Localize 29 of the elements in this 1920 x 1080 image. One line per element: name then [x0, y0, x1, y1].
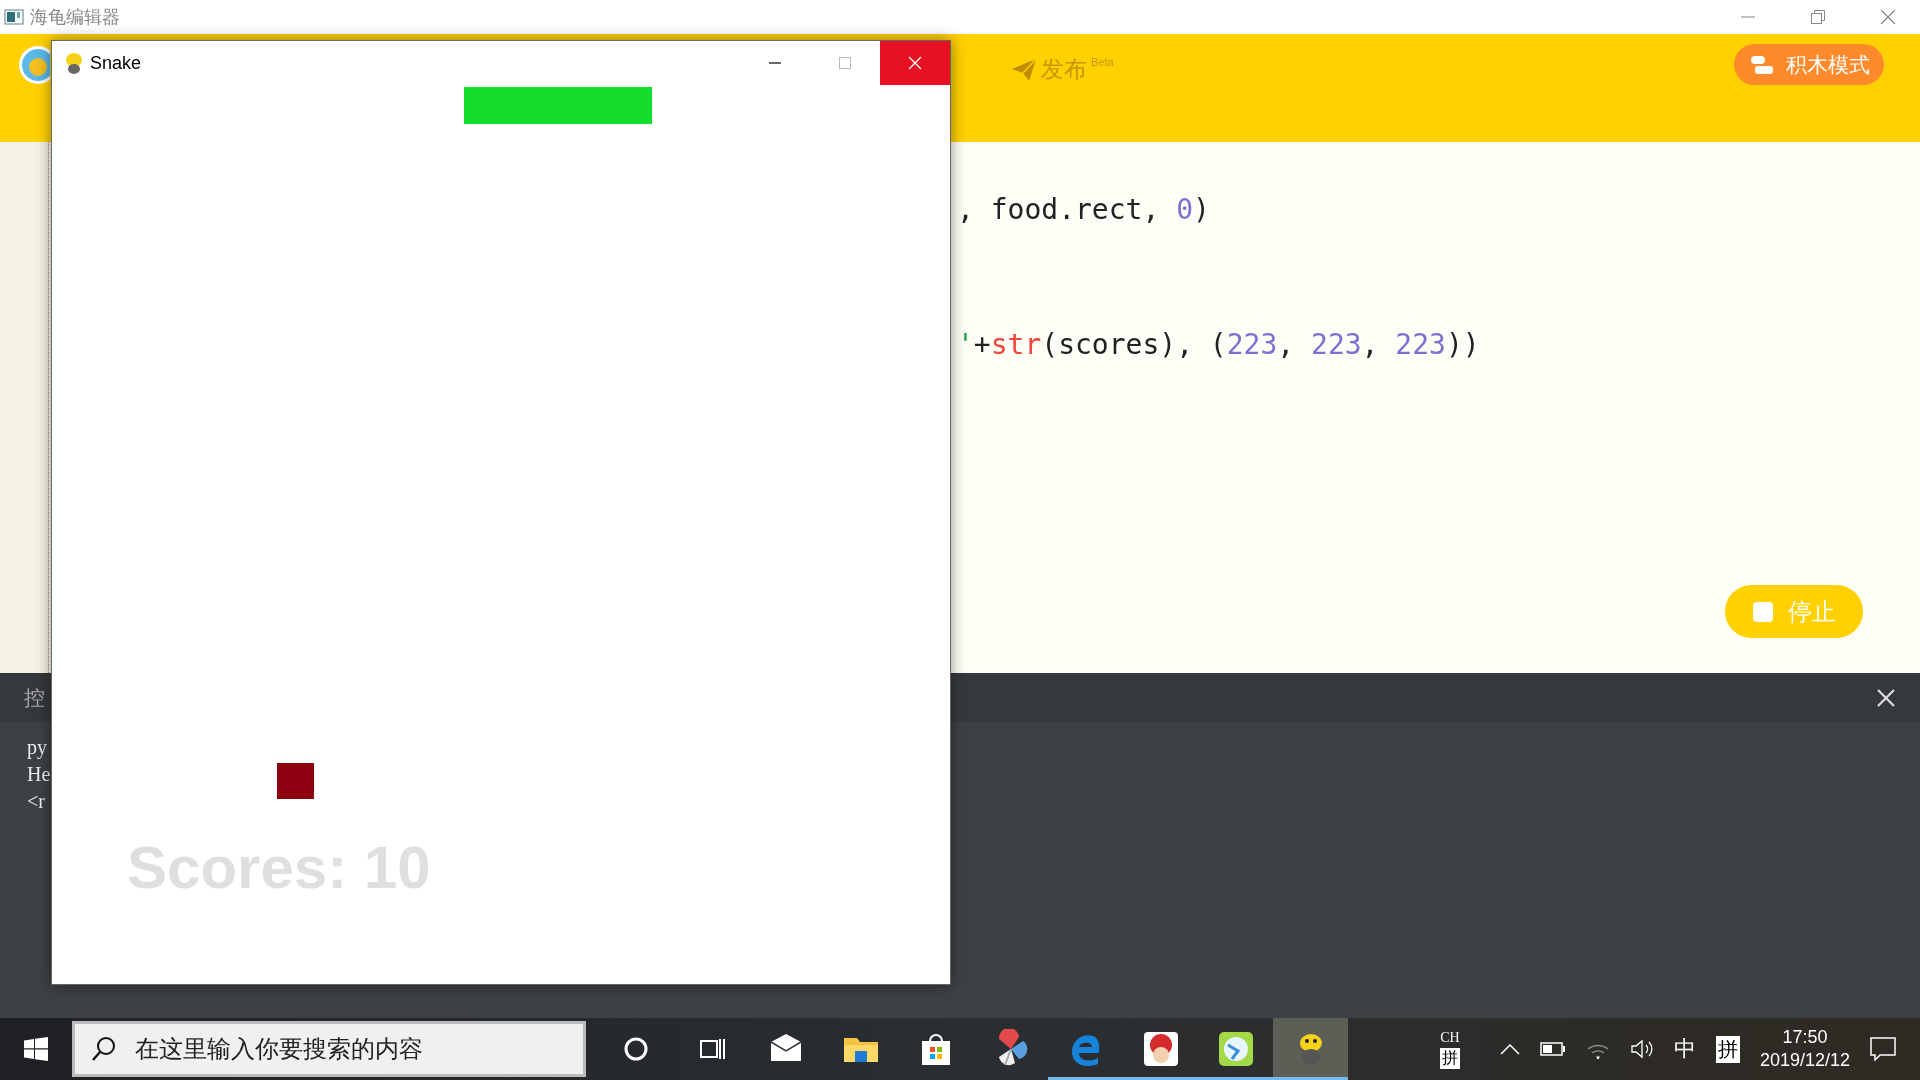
search-box[interactable]: 在这里输入你要搜索的内容 — [72, 1021, 586, 1077]
food-square — [277, 763, 314, 799]
console-title: 控 — [24, 684, 45, 711]
input-method-label[interactable]: CH — [1440, 1029, 1460, 1046]
send-icon — [1011, 57, 1037, 82]
window-title: Snake — [90, 52, 142, 74]
input-mode-label[interactable]: 拼 — [1439, 1047, 1460, 1069]
window-title: 海龟编辑器 — [30, 6, 120, 29]
speaker-icon[interactable] — [1629, 1039, 1654, 1059]
beta-label: Beta — [1091, 56, 1114, 68]
input-mode-label[interactable]: 拼 — [1715, 1035, 1740, 1063]
language-indicator[interactable]: 中 — [1673, 1034, 1696, 1064]
search-icon — [91, 1036, 117, 1062]
search-field[interactable]: 在这里输入你要搜索的内容 — [133, 1034, 557, 1064]
console-line: He — [27, 762, 51, 787]
console-line: py — [27, 735, 47, 761]
code-line: , food.rect, 0) — [957, 192, 1211, 228]
console-line: <r — [27, 789, 45, 814]
code-line: '+str(scores), (223, 223, 223)) — [957, 327, 1480, 363]
battery-icon[interactable] — [1539, 1042, 1566, 1056]
clock-time[interactable]: 17:50 — [1782, 1027, 1828, 1048]
app-icon — [4, 9, 24, 25]
clock-date[interactable]: 2019/12/12 — [1759, 1050, 1850, 1071]
stop-icon — [1752, 600, 1774, 623]
windows-start-icon[interactable] — [24, 1037, 48, 1061]
notification-icon[interactable] — [1870, 1037, 1896, 1061]
restore-icon[interactable] — [1810, 9, 1826, 25]
chevron-up-icon[interactable] — [1499, 1043, 1520, 1055]
blocks-icon — [1750, 54, 1774, 75]
